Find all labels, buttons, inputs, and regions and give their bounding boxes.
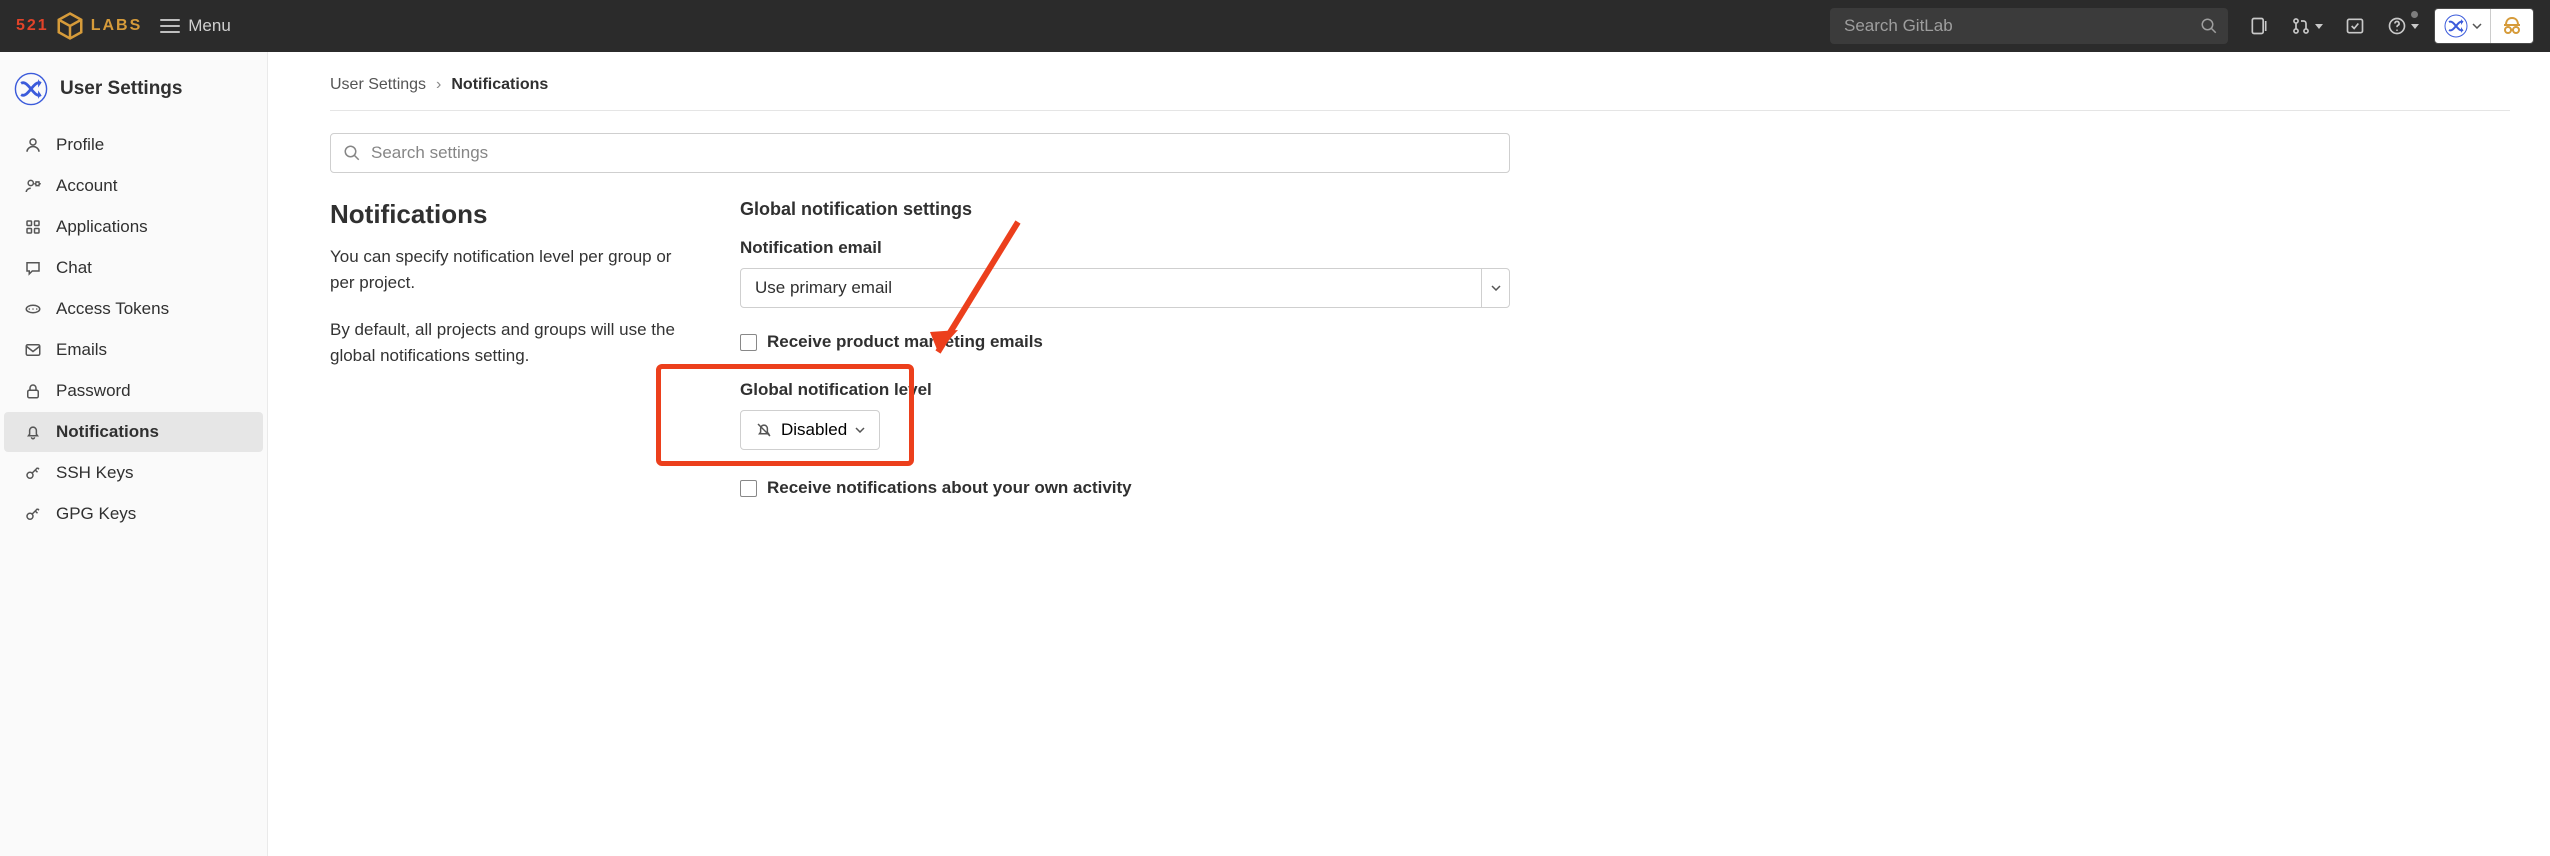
sidebar-item-label: Access Tokens	[56, 299, 169, 319]
sidebar-item-applications[interactable]: Applications	[4, 207, 263, 247]
key-icon	[22, 503, 44, 525]
sidebar-item-access-tokens[interactable]: Access Tokens	[4, 289, 263, 329]
checkbox-icon	[740, 480, 757, 497]
notifications-settings-column: Global notification settings Notificatio…	[740, 199, 1510, 526]
breadcrumb-separator-icon: ›	[436, 76, 441, 94]
chevron-down-icon	[855, 427, 865, 433]
todos-icon[interactable]	[2338, 9, 2372, 43]
notification-email-label: Notification email	[740, 238, 1510, 258]
top-navbar: 521 LABS Menu	[0, 0, 2550, 52]
notifications-description-column: Notifications You can specify notificati…	[330, 199, 700, 526]
sidebar-item-label: Profile	[56, 135, 104, 155]
sidebar-item-emails[interactable]: Emails	[4, 330, 263, 370]
bell-off-icon	[755, 421, 773, 439]
tokens-icon	[22, 298, 44, 320]
sidebar-item-gpg-keys[interactable]: GPG Keys	[4, 494, 263, 534]
search-icon	[343, 144, 361, 162]
logo-prefix: 521	[16, 17, 49, 35]
sidebar-item-profile[interactable]: Profile	[4, 125, 263, 165]
breadcrumb: User Settings › Notifications	[330, 76, 2510, 111]
user-avatar-button[interactable]	[2435, 9, 2491, 43]
search-icon[interactable]	[2200, 17, 2218, 35]
sidebar-header[interactable]: User Settings	[0, 64, 267, 124]
sidebar-item-label: SSH Keys	[56, 463, 133, 483]
page-description-1: You can specify notification level per g…	[330, 244, 700, 295]
sidebar-item-label: Password	[56, 381, 131, 401]
main-content: User Settings › Notifications Notificati…	[268, 52, 2550, 856]
global-search	[1830, 8, 2228, 44]
own-activity-label: Receive notifications about your own act…	[767, 478, 1132, 498]
sidebar-item-label: Notifications	[56, 422, 159, 442]
chat-icon	[22, 257, 44, 279]
bell-icon	[22, 421, 44, 443]
sidebar-item-label: Applications	[56, 217, 148, 237]
own-activity-checkbox[interactable]: Receive notifications about your own act…	[740, 478, 1510, 498]
sidebar-item-ssh-keys[interactable]: SSH Keys	[4, 453, 263, 493]
sidebar-item-account[interactable]: Account	[4, 166, 263, 206]
settings-search-input[interactable]	[371, 143, 1497, 163]
settings-search	[330, 133, 1510, 173]
sidebar-item-label: GPG Keys	[56, 504, 136, 524]
notification-email-select: Use primary email	[740, 268, 1510, 308]
page-description-2: By default, all projects and groups will…	[330, 317, 700, 368]
brand-logo[interactable]: 521 LABS	[16, 11, 142, 41]
checkbox-icon	[740, 334, 757, 351]
sidebar-item-chat[interactable]: Chat	[4, 248, 263, 288]
help-icon[interactable]	[2386, 9, 2420, 43]
applications-icon	[22, 216, 44, 238]
sidebar-item-password[interactable]: Password	[4, 371, 263, 411]
merge-requests-icon[interactable]	[2290, 9, 2324, 43]
menu-button[interactable]: Menu	[160, 16, 231, 36]
create-issue-icon[interactable]	[2242, 9, 2276, 43]
marketing-emails-checkbox[interactable]: Receive product marketing emails	[740, 332, 1510, 352]
sidebar-header-label: User Settings	[60, 78, 182, 100]
topnav-right-group	[1830, 8, 2534, 44]
notification-email-value[interactable]: Use primary email	[741, 269, 1481, 307]
profile-icon	[22, 134, 44, 156]
global-notification-level-button[interactable]: Disabled	[740, 410, 880, 450]
topnav-left-group: 521 LABS Menu	[16, 11, 231, 41]
breadcrumb-root[interactable]: User Settings	[330, 76, 426, 94]
settings-section-title: Global notification settings	[740, 199, 1510, 220]
global-search-input[interactable]	[1830, 8, 2228, 44]
sidebar-item-notifications[interactable]: Notifications	[4, 412, 263, 452]
global-notification-level-value: Disabled	[781, 420, 847, 440]
chevron-down-icon	[1491, 285, 1501, 291]
page-title: Notifications	[330, 199, 700, 230]
logo-suffix: LABS	[91, 17, 143, 35]
global-notification-level-label: Global notification level	[740, 380, 1510, 400]
logo-cube-icon	[55, 11, 85, 41]
sidebar-item-label: Chat	[56, 258, 92, 278]
hamburger-icon	[160, 19, 180, 33]
sidebar-item-label: Account	[56, 176, 117, 196]
sidebar-header-icon	[14, 72, 48, 106]
notification-email-caret[interactable]	[1481, 269, 1509, 307]
marketing-emails-label: Receive product marketing emails	[767, 332, 1043, 352]
incognito-button[interactable]	[2491, 9, 2533, 43]
key-icon	[22, 462, 44, 484]
user-menu-group	[2434, 8, 2534, 44]
menu-label: Menu	[188, 16, 231, 36]
user-avatar-icon	[2444, 14, 2468, 38]
lock-icon	[22, 380, 44, 402]
emails-icon	[22, 339, 44, 361]
sidebar: User Settings Profile Account Applicatio…	[0, 52, 268, 856]
account-icon	[22, 175, 44, 197]
breadcrumb-current: Notifications	[451, 76, 548, 94]
sidebar-item-label: Emails	[56, 340, 107, 360]
chevron-down-icon	[2472, 23, 2482, 29]
incognito-icon	[2500, 14, 2524, 38]
